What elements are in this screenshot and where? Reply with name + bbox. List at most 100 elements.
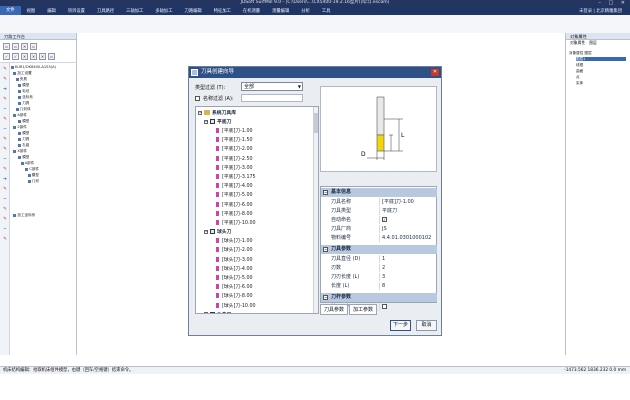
close-icon[interactable]: ✕: [21, 53, 28, 60]
pencil-icon[interactable]: ✎: [2, 217, 8, 223]
tree-node[interactable]: 模型: [27, 173, 39, 178]
menu-item-11[interactable]: 分析: [295, 8, 316, 14]
prop-value[interactable]: 8: [382, 282, 385, 290]
collapse-icon[interactable]: −: [198, 110, 202, 115]
tree-node[interactable]: 模型: [18, 83, 29, 88]
tool-item[interactable]: [球头]刀-1.00: [216, 237, 253, 244]
curve-icon[interactable]: ~: [2, 107, 8, 113]
tool-item[interactable]: [平底]刀-3.00: [216, 164, 253, 171]
tree-node[interactable]: 夹具: [15, 77, 27, 82]
menu-item-8[interactable]: 特征加工: [208, 8, 237, 14]
tree-node[interactable]: KUR1/OK8400-A1S5(A): [11, 65, 56, 69]
pencil-icon[interactable]: ✎: [2, 67, 8, 73]
cut-icon[interactable]: ✕: [39, 53, 46, 60]
prop-section-holder[interactable]: − 刀杆参数: [321, 293, 437, 302]
tree-node[interactable]: 孔组: [18, 143, 29, 148]
curve-icon[interactable]: ~: [2, 127, 8, 133]
layer-row[interactable]: 对象属性 图层: [569, 51, 592, 56]
layer-row[interactable]: 线框: [576, 63, 583, 68]
collapse-icon[interactable]: −: [323, 295, 328, 300]
tree-node[interactable]: 刀具: [18, 101, 29, 106]
menu-item-9[interactable]: 在机测量: [237, 8, 266, 14]
prop-value[interactable]: 4.4.01.0301000102: [382, 234, 431, 242]
layer-row[interactable]: 曲面: [576, 69, 583, 74]
tree-node[interactable]: 模型: [18, 131, 29, 136]
arrow-icon[interactable]: ➜: [2, 87, 8, 93]
tool-item[interactable]: [平底]刀-4.00: [216, 182, 253, 189]
delete-icon[interactable]: ✕: [21, 43, 28, 50]
pencil-icon[interactable]: ✎: [2, 77, 8, 83]
arrow-icon[interactable]: ➜: [2, 177, 8, 183]
tree-scrollbar[interactable]: [313, 107, 318, 313]
next-button[interactable]: 下一步: [390, 320, 411, 331]
close-button[interactable]: ✕: [431, 69, 439, 76]
pencil-icon[interactable]: ✎: [2, 207, 8, 213]
prop-section-tool[interactable]: − 刀具参数: [321, 245, 437, 254]
menu-item-6[interactable]: 多轴加工: [149, 8, 178, 14]
menu-item-10[interactable]: 测量编辑: [266, 8, 295, 14]
pencil-icon[interactable]: ✎: [2, 167, 8, 173]
tool-item[interactable]: [平底]刀-6.00: [216, 201, 253, 208]
tool-item[interactable]: [平底]刀-2.50: [216, 155, 253, 162]
name-filter-checkbox[interactable]: [195, 96, 200, 101]
prop-value[interactable]: 1: [382, 255, 385, 263]
tool-item[interactable]: [球头]刀-6.00: [216, 283, 253, 290]
tab-tool-params[interactable]: 刀具参数: [320, 304, 349, 315]
tree-node[interactable]: 模型: [18, 119, 29, 124]
tree-node[interactable]: 刀具: [18, 137, 29, 142]
curve-icon[interactable]: ~: [2, 157, 8, 163]
prop-value[interactable]: 3: [382, 273, 385, 281]
prop-value[interactable]: JS: [382, 225, 387, 233]
type-filter-select[interactable]: 全部 ▼: [241, 82, 303, 91]
prop-checkbox[interactable]: [382, 304, 387, 309]
tool-item[interactable]: [平底]刀-1.00: [216, 127, 253, 134]
layer-row[interactable]: 点: [576, 75, 580, 80]
prop-section-basic[interactable]: − 基本信息: [321, 188, 437, 197]
check-green-icon[interactable]: ✓: [12, 53, 19, 60]
tool-group[interactable]: − 牛鼻刀: [204, 311, 231, 313]
scrollbar-thumb[interactable]: [314, 113, 318, 133]
name-filter-input[interactable]: [241, 94, 303, 102]
collapse-icon[interactable]: −: [204, 312, 208, 313]
menu-item-0[interactable]: 文件: [0, 6, 21, 15]
cancel-button[interactable]: 取消: [416, 320, 437, 331]
menu-item-7[interactable]: 刀路编辑: [179, 8, 208, 14]
tree-node[interactable]: 加工设置: [13, 71, 32, 76]
curve-icon[interactable]: ~: [2, 197, 8, 203]
pencil-icon[interactable]: ✎: [2, 137, 8, 143]
pencil-icon[interactable]: ✎: [2, 97, 8, 103]
pencil-icon[interactable]: ✎: [2, 147, 8, 153]
tree-node[interactable]: X部件: [13, 149, 27, 154]
tree-root-system-library[interactable]: − 系统刀具库: [198, 109, 236, 116]
tree-node[interactable]: 坐标系: [18, 95, 33, 100]
pencil-icon[interactable]: ✎: [2, 117, 8, 123]
tool-item[interactable]: [平底]刀-8.00: [216, 210, 253, 217]
layer-row[interactable]: 图层1: [576, 57, 585, 62]
check-icon[interactable]: ✓: [3, 53, 10, 60]
tool-group[interactable]: − 球头刀: [204, 228, 231, 235]
prop-value[interactable]: 2: [382, 264, 385, 272]
tree-node[interactable]: 几何: [27, 179, 39, 184]
pencil-icon[interactable]: ✎: [2, 237, 8, 243]
menu-item-5[interactable]: 三轴加工: [120, 8, 149, 14]
layer-row[interactable]: 实体: [576, 81, 583, 86]
new-icon[interactable]: ▫: [3, 43, 10, 50]
menu-item-12[interactable]: 工具: [316, 8, 337, 14]
tree-node[interactable]: C部件: [25, 167, 39, 172]
tab-layers[interactable]: 图层: [587, 40, 599, 46]
stop-icon[interactable]: ✕: [30, 53, 37, 60]
tree-node[interactable]: 几何体: [15, 107, 31, 112]
tab-object-props[interactable]: 对象属性: [568, 40, 587, 46]
tree-node[interactable]: 加工坐标系: [13, 213, 35, 218]
tool-item[interactable]: [平底]刀-5.00: [216, 191, 253, 198]
user-status[interactable]: 未登录 | 北京精雕集团: [579, 8, 630, 14]
pencil-icon[interactable]: ✎: [2, 187, 8, 193]
tree-node[interactable]: 模型: [18, 155, 29, 160]
filter-icon[interactable]: ▫: [48, 53, 55, 60]
copy-icon[interactable]: ▫: [12, 43, 19, 50]
menu-item-1[interactable]: 视图: [21, 8, 42, 14]
tool-item[interactable]: [平底]刀-2.00: [216, 145, 253, 152]
tool-item[interactable]: [球头]刀-5.00: [216, 274, 253, 281]
tool-item[interactable]: [球头]刀-2.00: [216, 246, 253, 253]
settings-icon[interactable]: ▫: [30, 43, 37, 50]
